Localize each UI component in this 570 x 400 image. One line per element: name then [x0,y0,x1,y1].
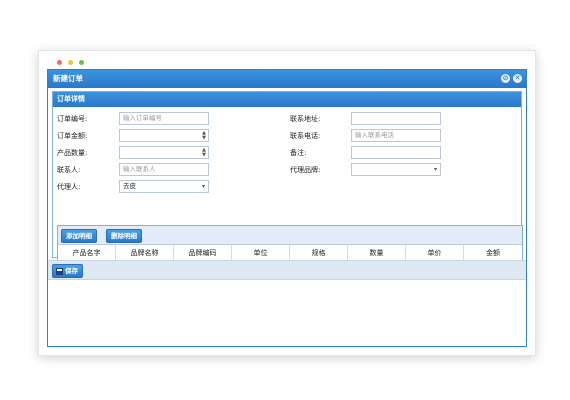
maximize-dot[interactable] [79,60,84,65]
order-details-panel: 订单详情 订单编号: 输入订单编号 订单金额: ▲ ▼ 产品数量: ▲ ▼ 联系人:… [52,91,523,266]
brand-select[interactable]: ▾ [351,163,441,176]
minimize-dot[interactable] [68,60,73,65]
spinner-icon[interactable]: ▲ ▼ [202,131,206,141]
column-header[interactable]: 金额 [464,245,522,261]
contact-input[interactable]: 输入联系人 [119,163,209,176]
save-icon [56,267,63,275]
save-toolbar: 保存 [48,260,526,280]
dialog-title: 新建订单 [53,74,83,83]
save-label: 保存 [65,267,78,275]
delete-item-button[interactable]: 删除明细 [106,229,142,243]
dialog-titlebar: 新建订单 ⊘ ✕ [48,70,526,88]
agent-label: 代理人: [57,183,81,191]
remark-input[interactable] [351,146,441,159]
chevron-down-icon[interactable]: ▾ [202,181,205,192]
order-no-input[interactable]: 输入订单编号 [119,112,209,125]
column-header[interactable]: 品牌编码 [174,245,232,261]
window-controls [57,60,84,65]
order-no-label: 订单编号: [57,115,88,123]
browser-frame: 新建订单 ⊘ ✕ 订单详情 订单编号: 输入订单编号 订单金额: ▲ ▼ 产品数量… [38,50,536,356]
phone-input[interactable]: 输入联系电话 [351,129,441,142]
contact-label: 联系人: [57,166,81,174]
agent-select[interactable]: 去皮 ▾ [119,180,209,193]
close-dot[interactable] [57,60,62,65]
restore-icon[interactable]: ⊘ [501,74,510,83]
agent-value: 去皮 [123,182,136,190]
address-label: 联系地址: [290,115,321,123]
column-header[interactable]: 单位 [232,245,290,261]
column-header[interactable]: 产品名字 [58,245,116,261]
new-order-dialog: 新建订单 ⊘ ✕ 订单详情 订单编号: 输入订单编号 订单金额: ▲ ▼ 产品数量… [47,69,527,347]
chevron-down-icon[interactable]: ▾ [434,164,437,175]
phone-label: 联系电话: [290,132,321,140]
spinner-icon[interactable]: ▲ ▼ [202,148,206,158]
save-button[interactable]: 保存 [52,264,83,278]
column-header[interactable]: 单价 [406,245,464,261]
quantity-label: 产品数量: [57,149,88,157]
quantity-input[interactable]: ▲ ▼ [119,146,209,159]
column-header[interactable]: 品牌名称 [116,245,174,261]
column-header[interactable]: 数量 [348,245,406,261]
column-header[interactable]: 规格 [290,245,348,261]
close-icon[interactable]: ✕ [513,74,522,83]
address-input[interactable] [351,112,441,125]
amount-label: 订单金额: [57,132,88,140]
brand-label: 代理品牌: [290,166,321,174]
add-item-button[interactable]: 添加明细 [61,229,97,243]
remark-label: 备注: [290,149,307,157]
panel-title: 订单详情 [53,92,521,107]
amount-input[interactable]: ▲ ▼ [119,129,209,142]
